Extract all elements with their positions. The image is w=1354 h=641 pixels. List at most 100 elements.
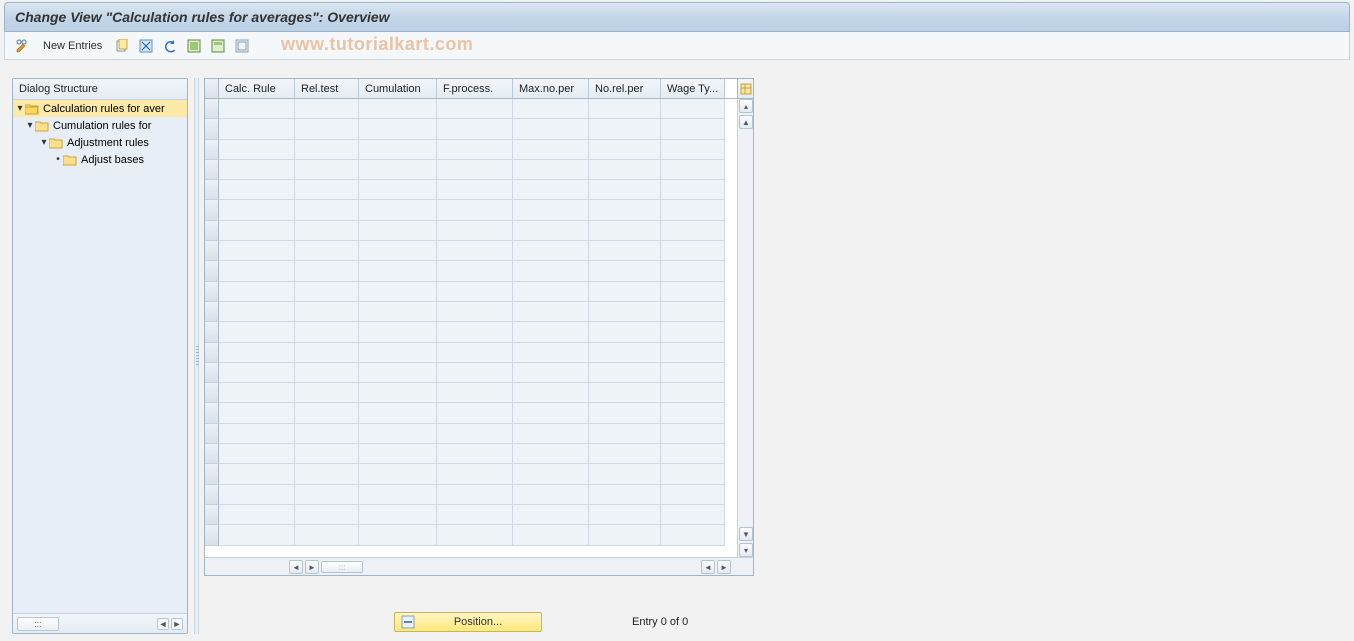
scroll-up-button[interactable]: ▲ [739, 115, 753, 129]
grid-cell[interactable] [359, 180, 437, 200]
grid-cell[interactable] [589, 200, 661, 220]
grid-cell[interactable] [295, 343, 359, 363]
grid-cell[interactable] [295, 444, 359, 464]
grid-cell[interactable] [359, 505, 437, 525]
grid-cell[interactable] [589, 302, 661, 322]
grid-cell[interactable] [513, 424, 589, 444]
grid-cell[interactable] [513, 99, 589, 119]
row-selector[interactable] [205, 424, 219, 444]
grid-cell[interactable] [359, 403, 437, 423]
new-entries-button[interactable]: New Entries [37, 38, 108, 54]
scroll-down-button[interactable]: ▼ [739, 527, 753, 541]
table-row[interactable] [205, 343, 737, 363]
grid-cell[interactable] [437, 403, 513, 423]
row-selector[interactable] [205, 383, 219, 403]
grid-cell[interactable] [589, 505, 661, 525]
grid-cell[interactable] [359, 444, 437, 464]
table-row[interactable] [205, 261, 737, 281]
sidebar-scroll-left-button[interactable]: ◄ [157, 618, 169, 630]
grid-cell[interactable] [219, 180, 295, 200]
grid-cell[interactable] [661, 119, 725, 139]
grid-cell[interactable] [513, 485, 589, 505]
row-selector[interactable] [205, 221, 219, 241]
expand-collapse-icon[interactable]: ▾ [25, 120, 35, 131]
grid-cell[interactable] [359, 119, 437, 139]
grid-cell[interactable] [661, 464, 725, 484]
grid-cell[interactable] [437, 383, 513, 403]
grid-cell[interactable] [513, 221, 589, 241]
grid-cell[interactable] [359, 383, 437, 403]
grid-cell[interactable] [513, 119, 589, 139]
table-row[interactable] [205, 221, 737, 241]
grid-cell[interactable] [661, 200, 725, 220]
grid-cell[interactable] [437, 261, 513, 281]
grid-cell[interactable] [437, 119, 513, 139]
grid-cell[interactable] [589, 221, 661, 241]
column-header[interactable]: Wage Ty... [661, 79, 725, 98]
grid-cell[interactable] [437, 322, 513, 342]
grid-cell[interactable] [359, 525, 437, 545]
grid-cell[interactable] [589, 464, 661, 484]
select-all-button[interactable] [184, 36, 204, 56]
grid-cell[interactable] [589, 403, 661, 423]
grid-cell[interactable] [513, 403, 589, 423]
grid-cell[interactable] [513, 140, 589, 160]
grid-cell[interactable] [295, 119, 359, 139]
grid-cell[interactable] [589, 119, 661, 139]
grid-cell[interactable] [513, 343, 589, 363]
grid-cell[interactable] [513, 302, 589, 322]
table-row[interactable] [205, 485, 737, 505]
grid-cell[interactable] [359, 485, 437, 505]
grid-cell[interactable] [661, 505, 725, 525]
grid-cell[interactable] [219, 505, 295, 525]
grid-cell[interactable] [513, 241, 589, 261]
grid-cell[interactable] [589, 99, 661, 119]
grid-cell[interactable] [437, 200, 513, 220]
row-selector[interactable] [205, 200, 219, 220]
grid-cell[interactable] [295, 99, 359, 119]
table-row[interactable] [205, 464, 737, 484]
expand-collapse-icon[interactable]: ▾ [15, 103, 25, 114]
grid-cell[interactable] [219, 160, 295, 180]
grid-cell[interactable] [589, 140, 661, 160]
grid-cell[interactable] [661, 322, 725, 342]
table-row[interactable] [205, 302, 737, 322]
grid-cell[interactable] [295, 241, 359, 261]
row-selector[interactable] [205, 444, 219, 464]
grid-cell[interactable] [295, 424, 359, 444]
grid-cell[interactable] [589, 363, 661, 383]
grid-cell[interactable] [437, 180, 513, 200]
grid-cell[interactable] [359, 140, 437, 160]
grid-cell[interactable] [219, 302, 295, 322]
vertical-splitter[interactable] [194, 78, 199, 634]
column-header[interactable]: Rel.test [295, 79, 359, 98]
table-row[interactable] [205, 383, 737, 403]
grid-cell[interactable] [219, 464, 295, 484]
grid-cell[interactable] [437, 160, 513, 180]
grid-cell[interactable] [437, 444, 513, 464]
grid-cell[interactable] [437, 241, 513, 261]
grid-cell[interactable] [359, 343, 437, 363]
grid-cell[interactable] [295, 403, 359, 423]
table-row[interactable] [205, 160, 737, 180]
grid-cell[interactable] [359, 322, 437, 342]
grid-cell[interactable] [661, 180, 725, 200]
grid-cell[interactable] [219, 363, 295, 383]
dialog-structure-tree[interactable]: ▾ Calculation rules for aver ▾ Cumulatio… [13, 100, 187, 613]
table-row[interactable] [205, 140, 737, 160]
row-selector[interactable] [205, 525, 219, 545]
grid-cell[interactable] [295, 525, 359, 545]
grid-cell[interactable] [219, 261, 295, 281]
grid-select-all-corner[interactable] [205, 79, 219, 98]
grid-cell[interactable] [661, 383, 725, 403]
table-row[interactable] [205, 403, 737, 423]
grid-cell[interactable] [437, 343, 513, 363]
copy-as-button[interactable] [112, 36, 132, 56]
table-row[interactable] [205, 525, 737, 545]
grid-cell[interactable] [661, 99, 725, 119]
grid-cell[interactable] [295, 383, 359, 403]
grid-cell[interactable] [219, 383, 295, 403]
grid-cell[interactable] [219, 485, 295, 505]
grid-cell[interactable] [219, 221, 295, 241]
hscroll-left-button[interactable]: ◄ [289, 560, 303, 574]
